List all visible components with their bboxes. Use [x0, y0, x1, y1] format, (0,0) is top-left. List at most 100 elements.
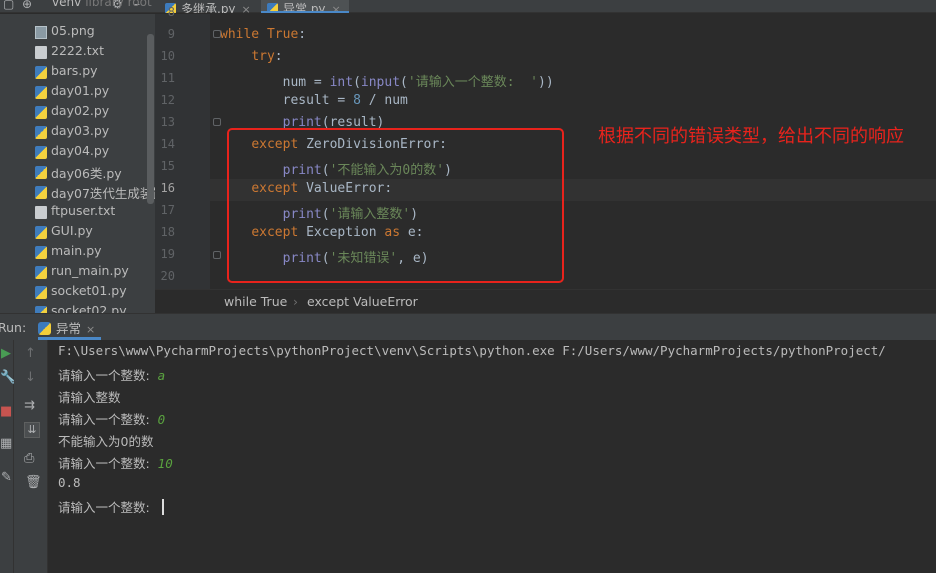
annotation-note: 根据不同的错误类型，给出不同的响应	[598, 126, 904, 147]
tree-file-item[interactable]: 05.png	[0, 22, 155, 42]
tree-file-label: bars.py	[51, 63, 98, 78]
stop-icon[interactable]: ■	[0, 404, 12, 419]
line-number: 20	[160, 269, 175, 283]
tree-file-label: socket02.py	[51, 303, 127, 313]
tree-file-label: ftpuser.txt	[51, 203, 116, 218]
console-line: 0.8	[58, 475, 81, 490]
pin-icon[interactable]: ✎	[1, 470, 12, 485]
tree-file-label: day06类.py	[51, 166, 122, 181]
python-file-icon	[35, 66, 47, 79]
scroll-to-end-icon[interactable]: ⇊	[24, 422, 40, 438]
breadcrumb: while True › except ValueError	[155, 289, 936, 312]
tree-file-item[interactable]: socket01.py	[0, 282, 155, 302]
python-file-icon	[35, 86, 47, 99]
fold-marker[interactable]	[213, 251, 221, 259]
python-file-icon	[35, 146, 47, 159]
trash-icon[interactable]: 🗑	[25, 475, 42, 490]
python-file-icon	[35, 106, 47, 119]
tree-file-item[interactable]: day02.py	[0, 102, 155, 122]
tree-file-item[interactable]: day01.py	[0, 82, 155, 102]
console-line: 请输入一个整数: 10	[58, 456, 173, 471]
tree-file-item[interactable]: day04.py	[0, 142, 155, 162]
image-file-icon	[35, 26, 47, 39]
code-line-9: while True:	[220, 27, 307, 42]
tree-file-item[interactable]: day06类.py	[0, 162, 155, 182]
tab-exception[interactable]: 异常.py ×	[261, 0, 349, 13]
run-tab-exception[interactable]: 异常 ×	[38, 318, 102, 340]
tree-file-label: day07迭代生成装饰	[51, 186, 155, 201]
tab-multiple-inheritance[interactable]: 多继承.py ×	[165, 0, 257, 13]
console-output[interactable]: F:\Users\www\PycharmProjects\pythonProje…	[48, 340, 936, 573]
text-file-icon	[35, 206, 47, 219]
console-line: 请输入整数	[58, 390, 121, 405]
tree-file-item[interactable]: 2222.txt	[0, 42, 155, 62]
line-gutter: 8 9 10 11 12 13 14 15 16 17 18 19 20	[155, 5, 210, 289]
python-file-icon	[267, 3, 278, 11]
python-file-icon	[35, 166, 47, 179]
layout-icon[interactable]: ▦	[0, 436, 12, 451]
console-command-line: F:\Users\www\PycharmProjects\pythonProje…	[58, 343, 886, 358]
breadcrumb-while[interactable]: while True	[224, 294, 287, 309]
tree-file-item[interactable]: GUI.py	[0, 222, 155, 242]
console-line: 请输入一个整数: 0	[58, 412, 166, 427]
tree-file-label: 2222.txt	[51, 43, 104, 58]
print-icon[interactable]: ⎙	[24, 451, 34, 466]
run-left-strip: ▶ 🔧 ■ ▦ ✎	[0, 340, 16, 573]
line-number: 13	[160, 115, 175, 129]
tree-file-label: day04.py	[51, 143, 110, 158]
line-number: 12	[160, 93, 175, 107]
code-line-11: num = int(input('请输入一个整数: '))	[282, 75, 554, 90]
tree-file-label: run_main.py	[51, 263, 129, 278]
tree-file-label: 05.png	[51, 23, 95, 38]
soft-wrap-icon[interactable]: ⇉	[24, 398, 35, 413]
console-line: 不能输入为0的数	[58, 434, 154, 449]
rerun-icon[interactable]: ▶	[1, 346, 11, 361]
tree-file-item[interactable]: main.py	[0, 242, 155, 262]
locate-icon[interactable]: ⊕	[22, 0, 32, 11]
tree-file-label: main.py	[51, 243, 102, 258]
tree-file-item[interactable]: day03.py	[0, 122, 155, 142]
python-run-icon	[38, 322, 51, 335]
python-file-icon	[35, 306, 47, 313]
project-toolbar: ▢ ⊕ ⚙ – venv library root	[0, 0, 155, 13]
highlight-box-except-blocks	[227, 128, 564, 283]
project-tree: 05.png 2222.txt bars.py day01.py day02.py day…	[0, 14, 155, 313]
python-file-icon	[35, 286, 47, 299]
down-arrow-icon[interactable]: ↓	[25, 370, 36, 385]
run-toolbar: ↑ ↓ ⇉ ⇊ ⎙ 🗑	[14, 340, 48, 573]
tree-file-label: GUI.py	[51, 223, 93, 238]
python-file-icon	[35, 126, 47, 139]
close-icon[interactable]: ×	[242, 3, 251, 13]
tree-scrollbar[interactable]	[147, 34, 154, 204]
tree-file-item[interactable]: run_main.py	[0, 262, 155, 282]
close-icon[interactable]: ×	[86, 323, 95, 336]
line-number: 18	[160, 225, 175, 239]
code-line-10: try:	[251, 49, 283, 64]
top-toolbar: ▢ ⊕ ⚙ – venv library root 多继承.py × 异常.py ×	[0, 0, 936, 13]
up-arrow-icon[interactable]: ↑	[25, 346, 36, 361]
breadcrumb-except[interactable]: except ValueError	[307, 294, 418, 309]
console-line: 请输入一个整数:	[58, 497, 164, 516]
tree-file-item[interactable]: ftpuser.txt	[0, 202, 155, 222]
python-file-icon	[35, 226, 47, 239]
code-line-12: result = 8 / num	[282, 93, 408, 108]
fold-marker[interactable]	[213, 118, 221, 126]
tree-file-item[interactable]: socket02.py	[0, 302, 155, 313]
line-number: 16	[160, 181, 175, 195]
python-file-icon	[35, 246, 47, 259]
line-number: 14	[160, 137, 175, 151]
close-icon[interactable]: ×	[332, 3, 341, 11]
python-file-icon	[35, 186, 47, 199]
line-number: 9	[167, 27, 175, 41]
line-number: 15	[160, 159, 175, 173]
venv-folder[interactable]: venv library root	[52, 0, 152, 9]
tree-file-item[interactable]: day07迭代生成装饰	[0, 182, 155, 202]
line-number: 8	[167, 5, 175, 19]
line-number: 10	[160, 49, 175, 63]
tree-file-label: socket01.py	[51, 283, 127, 298]
run-panel-header: Run: 异常 ×	[0, 313, 936, 340]
tree-file-item[interactable]: bars.py	[0, 62, 155, 82]
collapse-icon[interactable]: ▢	[3, 0, 14, 11]
text-caret	[161, 499, 164, 515]
fold-marker[interactable]	[213, 30, 221, 38]
